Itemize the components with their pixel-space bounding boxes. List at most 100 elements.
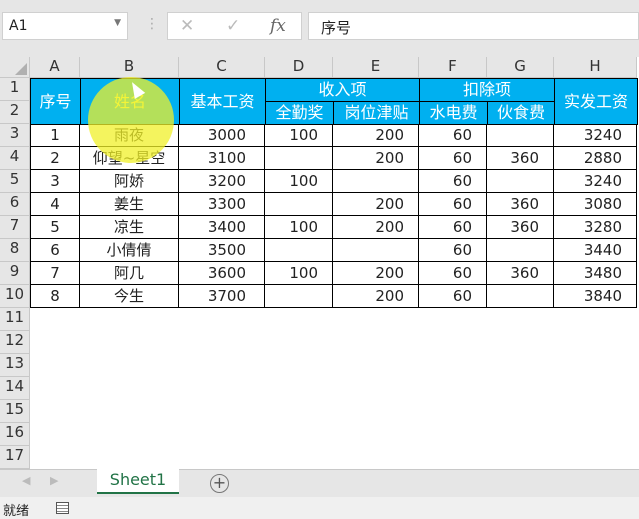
row-header-5[interactable]: 5 <box>0 170 30 193</box>
table-cell[interactable]: 3600 <box>179 262 265 285</box>
header-post[interactable]: 岗位津贴 <box>333 101 420 125</box>
table-cell[interactable]: 1 <box>30 124 80 147</box>
table-cell[interactable]: 3200 <box>179 170 265 193</box>
table-cell[interactable]: 2 <box>30 147 80 170</box>
row-header-4[interactable]: 4 <box>0 147 30 170</box>
table-cell[interactable]: 200 <box>333 216 419 239</box>
table-cell[interactable]: 3300 <box>179 193 265 216</box>
header-deduction[interactable]: 扣除项 <box>419 78 555 102</box>
row-header-10[interactable]: 10 <box>0 285 30 308</box>
table-cell[interactable] <box>487 239 554 262</box>
table-cell[interactable]: 60 <box>419 285 487 308</box>
table-cell[interactable]: 3100 <box>179 147 265 170</box>
row-header-6[interactable]: 6 <box>0 193 30 216</box>
table-cell[interactable]: 3280 <box>554 216 637 239</box>
column-header-B[interactable]: B <box>80 57 179 78</box>
table-cell[interactable] <box>333 239 419 262</box>
cancel-icon[interactable]: ✕ <box>180 16 194 36</box>
table-cell[interactable]: 3240 <box>554 124 637 147</box>
row-header-3[interactable]: 3 <box>0 124 30 147</box>
table-cell[interactable]: 100 <box>265 124 333 147</box>
header-base[interactable]: 基本工资 <box>179 78 266 125</box>
table-cell[interactable]: 60 <box>419 124 487 147</box>
table-cell[interactable]: 200 <box>333 124 419 147</box>
drag-handle-icon[interactable]: ⋮ <box>145 16 159 32</box>
table-cell[interactable]: 3080 <box>554 193 637 216</box>
table-cell[interactable] <box>265 147 333 170</box>
column-header-F[interactable]: F <box>419 57 487 78</box>
header-income[interactable]: 收入项 <box>265 78 420 102</box>
table-cell[interactable]: 60 <box>419 239 487 262</box>
table-cell[interactable]: 3500 <box>179 239 265 262</box>
formula-input[interactable]: 序号 <box>308 12 639 40</box>
column-header-E[interactable]: E <box>333 57 419 78</box>
table-cell[interactable]: 3000 <box>179 124 265 147</box>
table-cell[interactable]: 3240 <box>554 170 637 193</box>
table-cell[interactable]: 200 <box>333 193 419 216</box>
table-cell[interactable]: 200 <box>333 147 419 170</box>
column-header-G[interactable]: G <box>487 57 554 78</box>
table-cell[interactable]: 3440 <box>554 239 637 262</box>
table-cell[interactable]: 360 <box>487 216 554 239</box>
table-cell[interactable]: 100 <box>265 262 333 285</box>
row-header-1[interactable]: 1 <box>0 78 30 101</box>
table-cell[interactable] <box>333 170 419 193</box>
row-header-7[interactable]: 7 <box>0 216 30 239</box>
column-header-A[interactable]: A <box>30 57 80 78</box>
table-cell[interactable]: 60 <box>419 193 487 216</box>
table-cell[interactable] <box>487 285 554 308</box>
enter-icon[interactable]: ✓ <box>226 16 240 36</box>
table-cell[interactable] <box>487 124 554 147</box>
table-cell[interactable] <box>265 239 333 262</box>
row-header-16[interactable]: 16 <box>0 423 30 446</box>
table-cell[interactable]: 阿几 <box>80 262 179 285</box>
macro-record-icon[interactable] <box>56 502 69 514</box>
table-cell[interactable]: 200 <box>333 285 419 308</box>
table-cell[interactable]: 阿娇 <box>80 170 179 193</box>
table-cell[interactable]: 3 <box>30 170 80 193</box>
table-cell[interactable] <box>265 193 333 216</box>
next-sheet-icon[interactable]: ▶ <box>50 474 58 487</box>
table-cell[interactable]: 8 <box>30 285 80 308</box>
header-meal[interactable]: 伙食费 <box>487 101 555 125</box>
row-header-8[interactable]: 8 <box>0 239 30 262</box>
table-cell[interactable]: 360 <box>487 262 554 285</box>
table-cell[interactable]: 凉生 <box>80 216 179 239</box>
table-cell[interactable]: 3400 <box>179 216 265 239</box>
table-cell[interactable]: 360 <box>487 147 554 170</box>
column-header-D[interactable]: D <box>265 57 333 78</box>
table-cell[interactable]: 5 <box>30 216 80 239</box>
table-cell[interactable]: 60 <box>419 216 487 239</box>
table-cell[interactable]: 7 <box>30 262 80 285</box>
row-header-15[interactable]: 15 <box>0 400 30 423</box>
header-attendance[interactable]: 全勤奖 <box>265 101 334 125</box>
table-cell[interactable]: 360 <box>487 193 554 216</box>
table-cell[interactable]: 60 <box>419 262 487 285</box>
table-cell[interactable] <box>487 170 554 193</box>
table-cell[interactable]: 4 <box>30 193 80 216</box>
name-box[interactable]: A1 ▼ <box>2 12 128 40</box>
prev-sheet-icon[interactable]: ◀ <box>22 474 30 487</box>
header-net[interactable]: 实发工资 <box>554 78 638 125</box>
select-all-corner[interactable] <box>0 57 30 78</box>
row-header-13[interactable]: 13 <box>0 354 30 377</box>
row-header-2[interactable]: 2 <box>0 101 30 124</box>
row-header-12[interactable]: 12 <box>0 331 30 354</box>
worksheet-grid[interactable]: A B C D E F G H 1 2 3 4 5 6 7 8 9 10 11 12 13 14 15 16 17 序号 姓名 基本工… <box>0 57 639 469</box>
column-header-H[interactable]: H <box>554 57 637 78</box>
table-cell[interactable]: 60 <box>419 147 487 170</box>
table-cell[interactable]: 仰望~星空 <box>80 147 179 170</box>
column-header-C[interactable]: C <box>179 57 265 78</box>
table-cell[interactable]: 小倩倩 <box>80 239 179 262</box>
fx-icon[interactable]: fx <box>270 16 286 36</box>
header-seq[interactable]: 序号 <box>30 78 81 125</box>
chevron-down-icon[interactable]: ▼ <box>114 18 121 28</box>
sheet-tab-sheet1[interactable]: Sheet1 <box>97 469 179 494</box>
table-cell[interactable]: 200 <box>333 262 419 285</box>
table-cell[interactable]: 100 <box>265 170 333 193</box>
table-cell[interactable]: 雨夜 <box>80 124 179 147</box>
table-cell[interactable]: 60 <box>419 170 487 193</box>
table-cell[interactable] <box>265 285 333 308</box>
header-utility[interactable]: 水电费 <box>419 101 488 125</box>
table-cell[interactable]: 姜生 <box>80 193 179 216</box>
